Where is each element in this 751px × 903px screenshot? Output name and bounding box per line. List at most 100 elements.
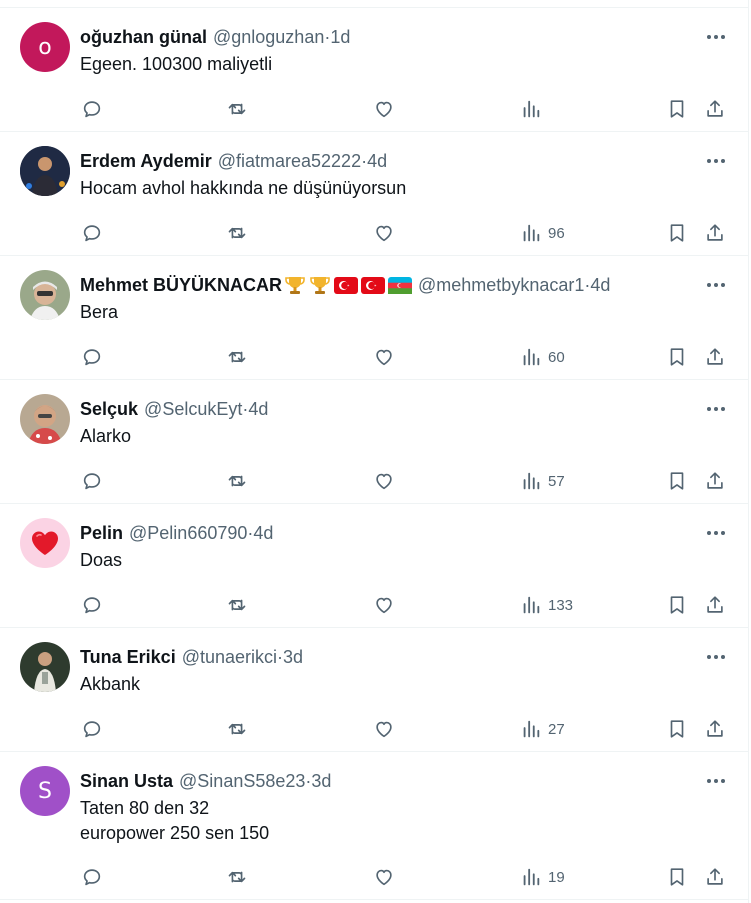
share-button[interactable] bbox=[704, 345, 726, 369]
like-button[interactable] bbox=[373, 221, 395, 245]
timestamp[interactable]: 4d bbox=[248, 398, 268, 420]
bookmark-button[interactable] bbox=[666, 717, 688, 741]
reply-button[interactable] bbox=[81, 593, 103, 617]
post-header: Sinan Usta @SinanS58e23 · 3d bbox=[80, 770, 689, 792]
repost-button[interactable] bbox=[226, 593, 248, 617]
avatar-image bbox=[20, 394, 70, 444]
views-button[interactable]: 19 bbox=[520, 865, 565, 889]
reply-post[interactable]: Pelin @Pelin660790 · 4d Doas 133 bbox=[0, 504, 749, 628]
bookmark-icon bbox=[670, 596, 684, 614]
views-button[interactable]: 57 bbox=[520, 469, 565, 493]
post-text: Taten 80 den 32 europower 250 sen 150 bbox=[80, 798, 270, 843]
heart-icon bbox=[376, 349, 392, 366]
views-count: 96 bbox=[548, 224, 565, 242]
display-name[interactable]: Pelin bbox=[80, 522, 123, 544]
reply-icon bbox=[83, 101, 101, 118]
timestamp[interactable]: 4d bbox=[590, 274, 610, 296]
reply-button[interactable] bbox=[81, 97, 103, 121]
display-name[interactable]: Tuna Erikci bbox=[80, 646, 176, 668]
reply-button[interactable] bbox=[81, 221, 103, 245]
post-header: Mehmet BÜYÜKNACAR @mehmetbyknacar1 · 4d bbox=[80, 274, 689, 296]
avatar[interactable]: S bbox=[20, 766, 70, 816]
repost-button[interactable] bbox=[226, 717, 248, 741]
timestamp[interactable]: 4d bbox=[367, 150, 387, 172]
reply-post[interactable]: Tuna Erikci @tunaerikci · 3d Akbank 27 bbox=[0, 628, 749, 752]
like-button[interactable] bbox=[373, 345, 395, 369]
more-options-icon[interactable] bbox=[705, 772, 727, 790]
display-name[interactable]: Mehmet BÜYÜKNACAR bbox=[80, 274, 282, 296]
reply-icon bbox=[83, 473, 101, 490]
like-button[interactable] bbox=[373, 593, 395, 617]
display-name[interactable]: Selçuk bbox=[80, 398, 138, 420]
reply-button[interactable] bbox=[81, 469, 103, 493]
avatar[interactable] bbox=[20, 394, 70, 444]
repost-button[interactable] bbox=[226, 345, 248, 369]
handle[interactable]: @Pelin660790 bbox=[129, 522, 247, 544]
handle[interactable]: @mehmetbyknacar1 bbox=[418, 274, 584, 296]
share-button[interactable] bbox=[704, 221, 726, 245]
timestamp[interactable]: 4d bbox=[253, 522, 273, 544]
share-button[interactable] bbox=[704, 469, 726, 493]
views-button[interactable] bbox=[520, 97, 548, 121]
avatar[interactable] bbox=[20, 146, 70, 196]
repost-button[interactable] bbox=[226, 469, 248, 493]
display-name[interactable]: Erdem Aydemir bbox=[80, 150, 212, 172]
share-button[interactable] bbox=[704, 717, 726, 741]
handle[interactable]: @fiatmarea52222 bbox=[218, 150, 361, 172]
bookmark-button[interactable] bbox=[666, 593, 688, 617]
timestamp[interactable]: 1d bbox=[330, 26, 350, 48]
bookmark-button[interactable] bbox=[666, 865, 688, 889]
bookmark-button[interactable] bbox=[666, 221, 688, 245]
reply-post[interactable]: Erdem Aydemir @fiatmarea52222 · 4d Hocam… bbox=[0, 132, 749, 256]
views-button[interactable]: 60 bbox=[520, 345, 565, 369]
bookmark-button[interactable] bbox=[666, 345, 688, 369]
reply-post[interactable]: Mehmet BÜYÜKNACAR @mehmetbyknacar1 · 4d … bbox=[0, 256, 749, 380]
more-options-icon[interactable] bbox=[705, 524, 727, 542]
reply-post[interactable]: o oğuzhan günal @gnloguzhan · 1d Egeen. … bbox=[0, 8, 749, 132]
more-options-icon[interactable] bbox=[705, 152, 727, 170]
post-text: Alarko bbox=[80, 426, 132, 446]
repost-button[interactable] bbox=[226, 97, 248, 121]
like-button[interactable] bbox=[373, 469, 395, 493]
reply-button[interactable] bbox=[81, 717, 103, 741]
repost-button[interactable] bbox=[226, 865, 248, 889]
share-button[interactable] bbox=[704, 593, 726, 617]
share-button[interactable] bbox=[704, 97, 726, 121]
handle[interactable]: @SinanS58e23 bbox=[179, 770, 305, 792]
handle[interactable]: @tunaerikci bbox=[182, 646, 277, 668]
reply-post[interactable]: S Sinan Usta @SinanS58e23 · 3d Taten 80 … bbox=[0, 752, 749, 900]
bookmark-button[interactable] bbox=[666, 469, 688, 493]
repost-icon bbox=[228, 227, 246, 239]
timestamp[interactable]: 3d bbox=[283, 646, 303, 668]
views-button[interactable]: 133 bbox=[520, 593, 573, 617]
share-button[interactable] bbox=[704, 865, 726, 889]
more-options-icon[interactable] bbox=[705, 28, 727, 46]
handle[interactable]: @SelcukEyt bbox=[144, 398, 242, 420]
display-name[interactable]: oğuzhan günal bbox=[80, 26, 207, 48]
trophy-icon bbox=[285, 277, 305, 294]
avatar[interactable] bbox=[20, 642, 70, 692]
action-bar: 57 bbox=[0, 459, 749, 503]
more-options-icon[interactable] bbox=[705, 648, 727, 666]
display-name[interactable]: Sinan Usta bbox=[80, 770, 173, 792]
views-button[interactable]: 27 bbox=[520, 717, 565, 741]
avatar[interactable] bbox=[20, 518, 70, 568]
more-options-icon[interactable] bbox=[705, 400, 727, 418]
repost-button[interactable] bbox=[226, 221, 248, 245]
views-button[interactable]: 96 bbox=[520, 221, 565, 245]
reply-button[interactable] bbox=[81, 865, 103, 889]
like-button[interactable] bbox=[373, 865, 395, 889]
avatar-image bbox=[20, 270, 70, 320]
handle[interactable]: @gnloguzhan bbox=[213, 26, 324, 48]
like-button[interactable] bbox=[373, 717, 395, 741]
avatar[interactable] bbox=[20, 270, 70, 320]
bookmark-button[interactable] bbox=[666, 97, 688, 121]
more-options-icon[interactable] bbox=[705, 276, 727, 294]
avatar[interactable]: o bbox=[20, 22, 70, 72]
share-icon bbox=[707, 720, 723, 737]
timestamp[interactable]: 3d bbox=[311, 770, 331, 792]
like-button[interactable] bbox=[373, 97, 395, 121]
reply-button[interactable] bbox=[81, 345, 103, 369]
views-icon bbox=[523, 100, 540, 118]
reply-post[interactable]: Selçuk @SelcukEyt · 4d Alarko 57 bbox=[0, 380, 749, 504]
